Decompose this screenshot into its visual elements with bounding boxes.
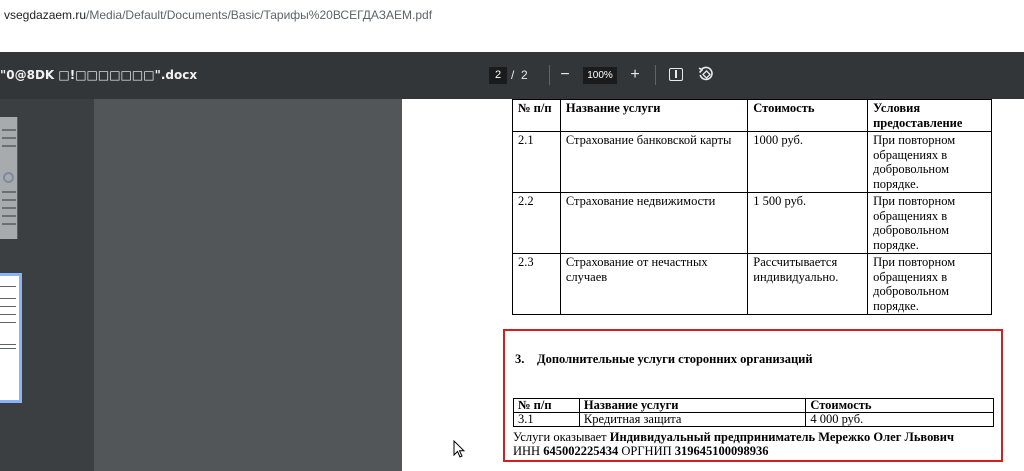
page-thumbnail-1[interactable] — [0, 117, 18, 239]
table-row: 2.3 Страхование от нечастных случаев Рас… — [512, 253, 992, 315]
cell-price: 4 000 руб. — [805, 412, 994, 427]
thumb-line — [2, 207, 16, 209]
toolbar-divider — [655, 65, 656, 85]
thumb-line — [2, 223, 16, 225]
document-title: "0@8DK □!□□□□□□□".docx — [0, 68, 198, 82]
cell-service: Кредитная защита — [578, 412, 807, 427]
pdf-page: № п/п Название услуги Стоимость Условия … — [402, 99, 1024, 471]
cell-conditions: При повторном обращениях в добровольном … — [867, 192, 992, 254]
cell-price: 1000 руб. — [747, 131, 869, 193]
cell-service: Страхование банковской карты — [559, 131, 749, 193]
table-row: 3.1 Кредитная защита 4 000 руб. — [513, 412, 994, 427]
cell-conditions: При повторном обращениях в добровольном … — [867, 253, 992, 315]
page-number-input[interactable]: 2 — [489, 67, 507, 84]
fit-page-icon[interactable] — [669, 68, 683, 81]
cell-service: Страхование от нечастных случаев — [559, 253, 749, 315]
url-text[interactable]: vsegdazaem.ru/Media/Default/Documents/Ba… — [4, 8, 432, 22]
mouse-cursor-icon — [453, 440, 465, 458]
toolbar-divider — [549, 65, 550, 85]
thumb-line — [2, 215, 16, 217]
cell-num: 2.3 — [512, 253, 561, 315]
thumb-line — [0, 344, 16, 345]
thumb-line — [0, 322, 16, 323]
header-num: № п/п — [512, 99, 561, 132]
thumb-line — [0, 348, 16, 349]
rotate-icon[interactable] — [697, 65, 715, 83]
pdf-toolbar: "0@8DK □!□□□□□□□".docx 2 / 2 − 100% + — [0, 52, 1024, 99]
url-path: /Media/Default/Documents/Basic/Тарифы%20… — [86, 8, 433, 22]
thumb-line — [0, 286, 16, 287]
thumb-line — [2, 191, 16, 193]
table-row: 2.2 Страхование недвижимости 1 500 руб. … — [512, 192, 992, 254]
cell-num: 2.1 — [512, 131, 561, 193]
section-title-text: Дополнительные услуги сторонних организа… — [537, 352, 813, 366]
cell-service: Страхование недвижимости — [559, 192, 749, 254]
section-number: 3. — [515, 352, 525, 366]
table-row: 2.1 Страхование банковской карты 1000 ру… — [512, 131, 992, 193]
page-separator: / — [511, 68, 515, 82]
zoom-input[interactable]: 100% — [583, 67, 617, 84]
header-price: Стоимость — [805, 398, 994, 413]
third-party-table: № п/п Название услуги Стоимость 3.1 Кред… — [513, 398, 994, 427]
thumb-seal — [3, 172, 14, 183]
table-header-row: № п/п Название услуги Стоимость Условия … — [512, 99, 992, 132]
provider-prefix: Услуги оказывает — [513, 430, 607, 444]
highlight-box: 3. Дополнительные услуги сторонних органи… — [503, 329, 1003, 462]
services-table: № п/п Название услуги Стоимость Условия … — [512, 99, 992, 315]
thumb-line — [2, 137, 16, 139]
cell-conditions: При повторном обращениях в добровольном … — [867, 131, 992, 193]
section-title: 3. Дополнительные услуги сторонних органи… — [515, 352, 813, 367]
address-bar[interactable]: vsegdazaem.ru/Media/Default/Documents/Ba… — [0, 0, 1024, 52]
provider-name: Индивидуальный предприниматель Мережко О… — [609, 430, 955, 444]
cell-price: 1 500 руб. — [747, 192, 869, 254]
page-thumbnail-2[interactable] — [0, 273, 22, 403]
zoom-in-button[interactable]: + — [626, 65, 644, 85]
header-service: Название услуги — [559, 99, 749, 132]
thumb-line — [0, 298, 16, 299]
thumbnail-sidebar[interactable] — [0, 99, 94, 471]
url-host: vsegdazaem.ru — [4, 8, 87, 22]
thumb-line — [2, 199, 16, 201]
thumb-line — [2, 145, 16, 147]
zoom-out-button[interactable]: − — [556, 65, 574, 85]
thumb-line — [0, 314, 16, 315]
table-header-row: № п/п Название услуги Стоимость — [513, 398, 994, 413]
header-price: Стоимость — [747, 99, 869, 132]
cell-price: Рассчитывается индивидуально. — [747, 253, 869, 315]
thumb-line — [0, 306, 16, 307]
cell-num: 3.1 — [513, 412, 580, 427]
thumb-line — [2, 129, 16, 131]
provider-info: Услуги оказывает Индивидуальный предприн… — [513, 430, 954, 458]
header-num: № п/п — [513, 398, 580, 413]
inn-label: ИНН — [513, 444, 541, 458]
ogrnip-value: 319645100098936 — [674, 444, 769, 458]
inn-value: 645002225434 — [543, 444, 619, 458]
cell-num: 2.2 — [512, 192, 561, 254]
header-conditions: Условия предоставление — [867, 99, 992, 132]
header-service: Название услуги — [578, 398, 807, 413]
ogrnip-label: ОРГНИП — [621, 444, 672, 458]
page-total: 2 — [521, 68, 528, 82]
